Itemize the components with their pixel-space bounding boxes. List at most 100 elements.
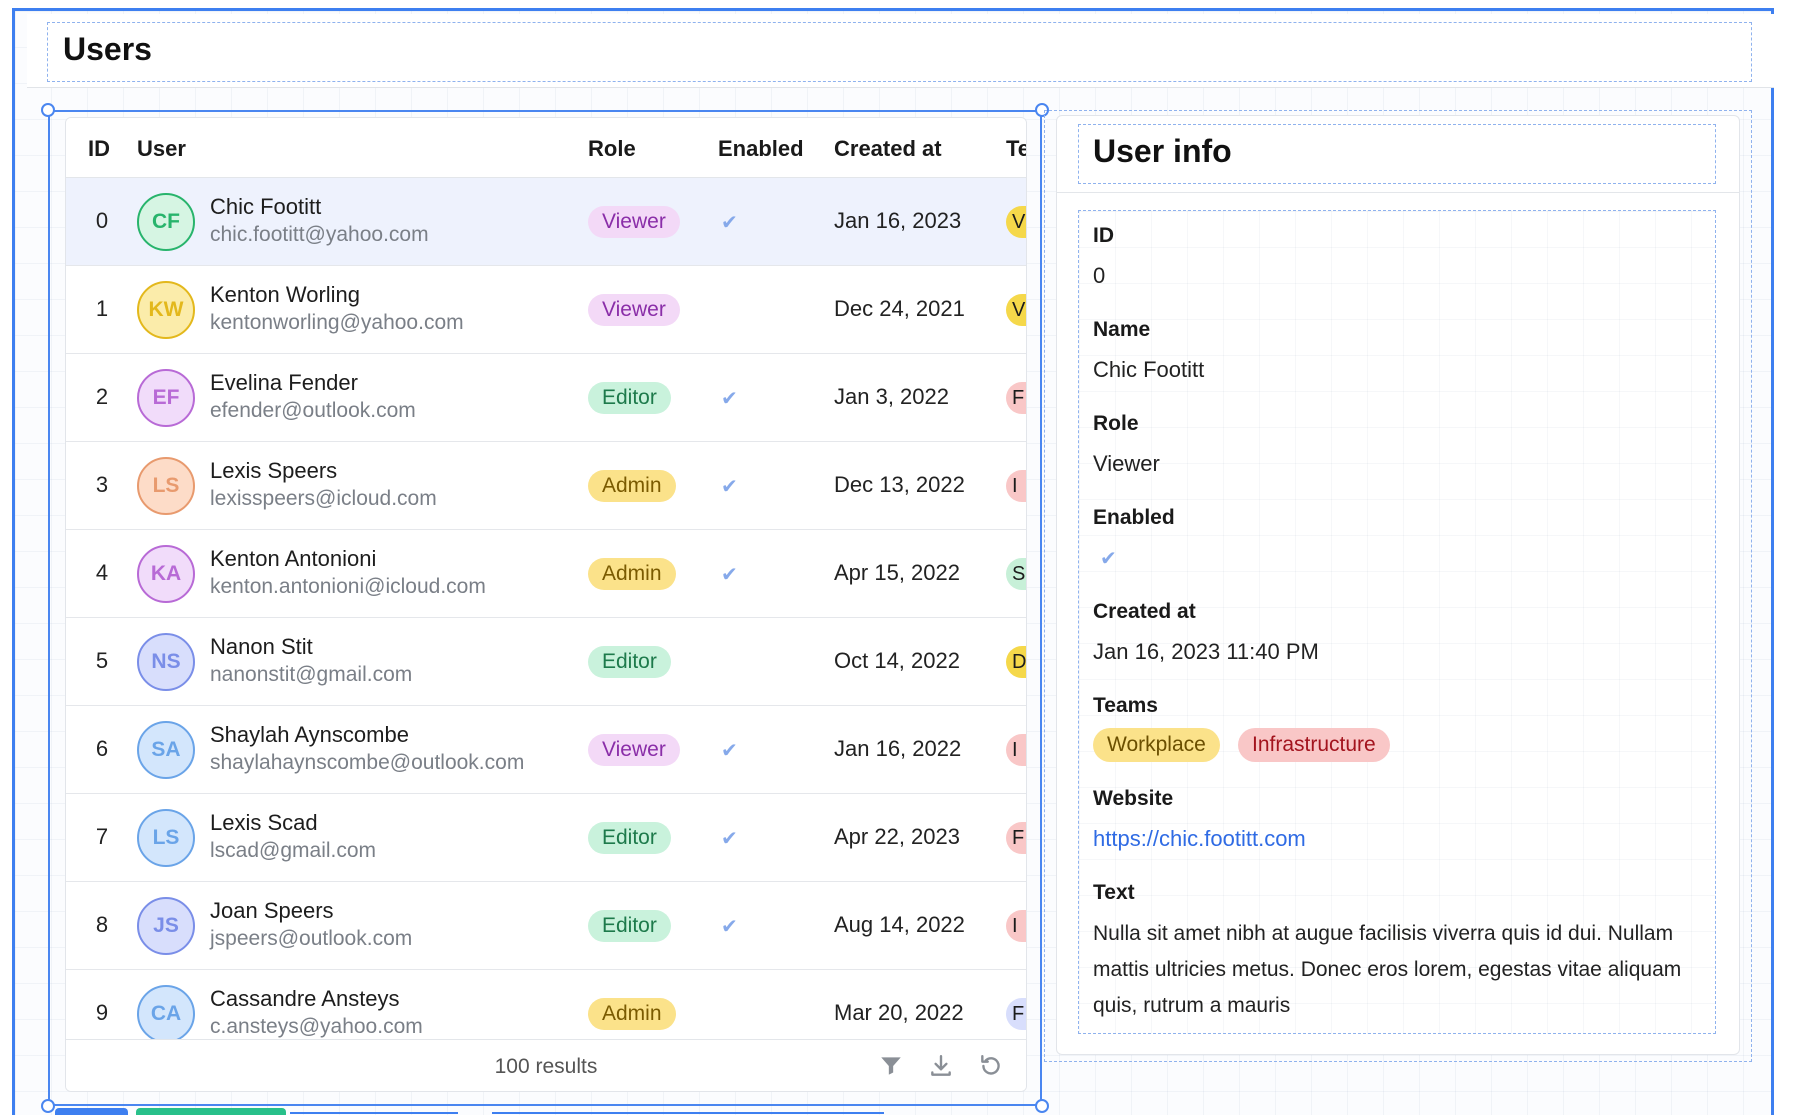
avatar: JS [137, 897, 195, 955]
table-row[interactable]: 9 CA Cassandre Ansteys c.ansteys@yahoo.com A… [66, 970, 1026, 1040]
role-badge: Admin [588, 998, 676, 1030]
team-badge-infrastructure: Infrastructure [1238, 728, 1390, 762]
cell-created-at: Dec 24, 2021 [834, 296, 965, 321]
cell-user-name: Evelina Fender [210, 370, 358, 395]
filter-icon[interactable] [878, 1053, 904, 1079]
cell-created-at: Apr 22, 2023 [834, 824, 960, 849]
team-badge-peek: I [1006, 910, 1026, 942]
bottom-tab-peek [136, 1108, 286, 1115]
team-badge-peek: F [1006, 382, 1026, 414]
enabled-check-icon: ✔ [721, 564, 738, 586]
table-row[interactable]: 3 LS Lexis Speers lexisspeers@icloud.com Adm… [66, 442, 1026, 530]
field-label-website: Website [1093, 787, 1174, 810]
enabled-check-icon: ✔ [1100, 548, 1117, 570]
table-row[interactable]: 1 KW Kenton Worling kentonworling@yahoo.com… [66, 266, 1026, 354]
table-row[interactable]: 5 NS Nanon Stit nanonstit@gmail.com Editor Oc… [66, 618, 1026, 706]
cell-user-email: lscad@gmail.com [210, 839, 377, 862]
cell-created-at: Aug 14, 2022 [834, 912, 965, 937]
cell-user-name: Joan Speers [210, 898, 334, 923]
cell-user-name: Nanon Stit [210, 634, 313, 659]
enabled-check-icon: ✔ [721, 828, 738, 850]
column-header-enabled[interactable]: Enabled [718, 136, 804, 162]
table-row[interactable]: 8 JS Joan Speers jspeers@outlook.com Editor ✔… [66, 882, 1026, 970]
column-header-user[interactable]: User [137, 136, 186, 162]
avatar: LS [137, 457, 195, 515]
cell-user-name: Lexis Speers [210, 458, 338, 483]
divider [1056, 192, 1740, 193]
table-row[interactable]: 4 KA Kenton Antonioni kenton.antonioni@iclo… [66, 530, 1026, 618]
cell-created-at: Jan 16, 2023 [834, 208, 962, 233]
bottom-tab-peek [55, 1108, 128, 1115]
column-header-id[interactable]: ID [88, 136, 110, 162]
field-label-id: ID [1093, 224, 1114, 247]
field-label-teams: Teams [1093, 694, 1158, 717]
role-badge: Editor [588, 822, 671, 854]
page-title: Users [63, 31, 152, 67]
avatar: KA [137, 545, 195, 603]
cell-user-name: Chic Footitt [210, 194, 322, 219]
avatar: EF [137, 369, 195, 427]
team-badge-peek: V [1006, 294, 1026, 326]
role-badge: Editor [588, 382, 671, 414]
refresh-icon[interactable] [978, 1053, 1004, 1079]
table-row[interactable]: 6 SA Shaylah Aynscombe shaylahaynscombe@out… [66, 706, 1026, 794]
avatar: KW [137, 281, 195, 339]
website-link[interactable]: https://chic.footitt.com [1093, 826, 1306, 852]
enabled-check-icon: ✔ [721, 476, 738, 498]
resize-handle-top-left[interactable] [41, 103, 55, 117]
role-badge: Admin [588, 470, 676, 502]
field-value-text: Nulla sit amet nibh at augue facilisis v… [1093, 922, 1682, 1017]
table-body: 0 CF Chic Footitt chic.footitt@yahoo.com Vie… [66, 178, 1026, 1040]
cell-id: 2 [95, 384, 109, 409]
table-row[interactable]: 7 LS Lexis Scad lscad@gmail.com Editor ✔ Apr 2… [66, 794, 1026, 882]
team-badge-peek: F [1006, 822, 1026, 854]
enabled-check-icon: ✔ [721, 212, 738, 234]
role-badge: Editor [588, 646, 671, 678]
enabled-check-icon: ✔ [721, 916, 738, 938]
role-badge: Editor [588, 910, 671, 942]
cell-created-at: Mar 20, 2022 [834, 1000, 964, 1025]
cell-created-at: Oct 14, 2022 [834, 648, 960, 673]
cell-id: 4 [95, 560, 109, 585]
cell-user-name: Kenton Worling [210, 282, 361, 307]
avatar: CA [137, 985, 195, 1040]
column-header-teams[interactable]: Te [1006, 136, 1026, 162]
cell-id: 3 [95, 472, 109, 497]
cell-user-email: efender@outlook.com [210, 399, 416, 422]
table-row[interactable]: 0 CF Chic Footitt chic.footitt@yahoo.com Vie… [66, 178, 1026, 266]
team-badge-workplace: Workplace [1093, 728, 1220, 762]
field-label-created-at: Created at [1093, 600, 1196, 623]
column-header-created-at[interactable]: Created at [834, 136, 942, 162]
field-value-created-at: Jan 16, 2023 11:40 PM [1093, 639, 1319, 664]
users-table: ID User Role Enabled Created at Te 0 CF Ch… [65, 117, 1027, 1092]
resize-handle-bottom-right[interactable] [1035, 1099, 1049, 1113]
cell-id: 5 [95, 648, 109, 673]
cell-id: 7 [95, 824, 109, 849]
role-badge: Viewer [588, 734, 680, 766]
table-row[interactable]: 2 EF Evelina Fender efender@outlook.com Edit… [66, 354, 1026, 442]
cell-created-at: Dec 13, 2022 [834, 472, 965, 497]
download-icon[interactable] [928, 1053, 954, 1079]
field-label-name: Name [1093, 318, 1151, 341]
cell-user-name: Lexis Scad [210, 810, 318, 835]
cell-user-email: c.ansteys@yahoo.com [210, 1015, 423, 1038]
team-badge-peek: S [1006, 558, 1026, 590]
cell-user-email: kentonworling@yahoo.com [210, 311, 464, 334]
avatar: NS [137, 633, 195, 691]
column-header-role[interactable]: Role [588, 136, 636, 162]
team-badge-peek: F [1006, 998, 1026, 1030]
role-badge: Viewer [588, 206, 680, 238]
cell-created-at: Jan 3, 2022 [834, 384, 949, 409]
cell-id: 0 [95, 208, 109, 233]
field-label-text: Text [1093, 881, 1135, 904]
resize-handle-bottom-left[interactable] [41, 1099, 55, 1113]
cell-user-email: nanonstit@gmail.com [210, 663, 413, 686]
field-value-name: Chic Footitt [1093, 357, 1205, 382]
table-footer: 100 results [66, 1039, 1026, 1091]
cell-created-at: Apr 15, 2022 [834, 560, 960, 585]
avatar: CF [137, 193, 195, 251]
cell-user-email: kenton.antonioni@icloud.com [210, 575, 486, 598]
team-badge-peek: I [1006, 734, 1026, 766]
field-label-role: Role [1093, 412, 1139, 435]
cell-id: 9 [95, 1000, 109, 1025]
